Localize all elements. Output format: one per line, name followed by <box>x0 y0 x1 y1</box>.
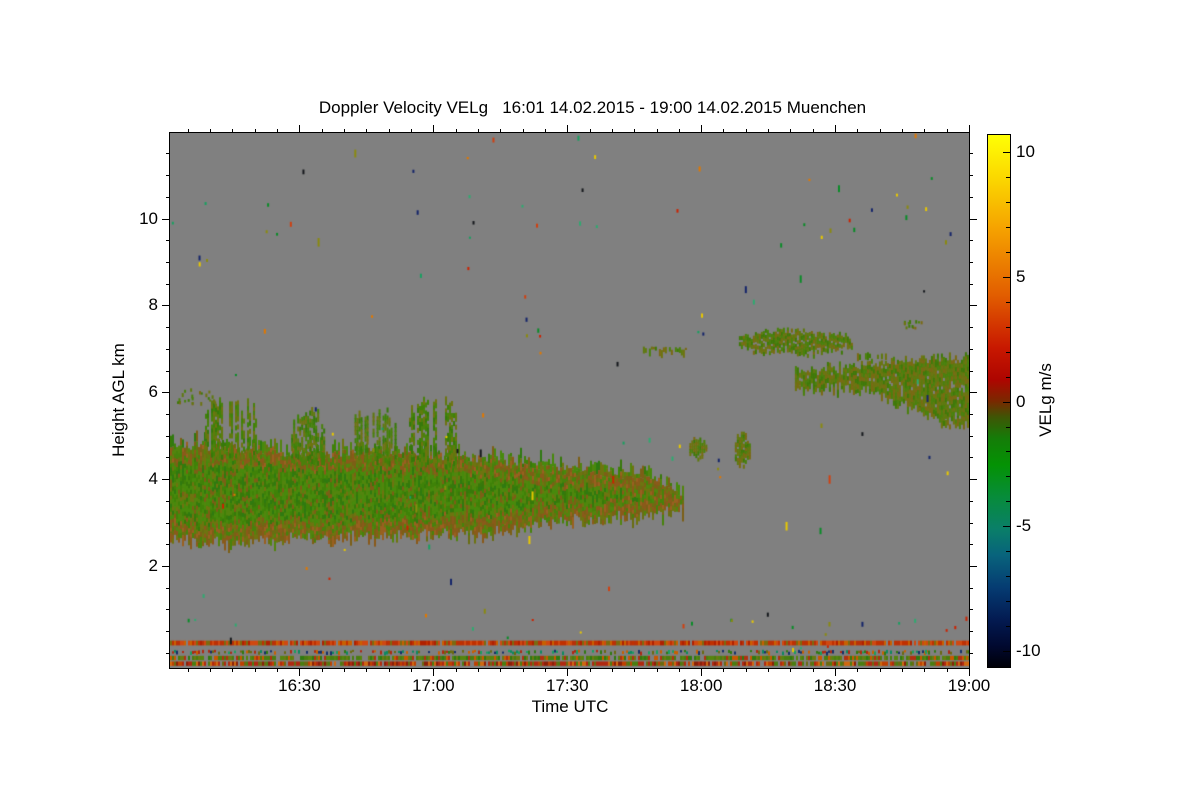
colorbar-tick-label: 10 <box>1016 142 1035 162</box>
axis-tick <box>433 668 435 676</box>
axis-tick <box>835 668 837 676</box>
x-tick-label: 17:30 <box>545 676 589 695</box>
axis-tick <box>969 565 977 567</box>
y-tick-label: 10 <box>139 208 158 228</box>
colorbar-gradient <box>988 135 1010 667</box>
axis-tick <box>299 668 301 676</box>
doppler-heatmap-canvas <box>170 133 969 668</box>
x-axis-label: Time UTC <box>531 697 609 716</box>
axis-tick <box>969 668 970 676</box>
colorbar-tick-label: 5 <box>1016 267 1026 287</box>
axis-tick <box>969 218 977 220</box>
x-tick-label: 18:00 <box>679 676 723 695</box>
axis-tick <box>969 479 977 481</box>
axis-tick <box>969 392 977 394</box>
axis-tick <box>567 668 569 676</box>
y-tick-label: 8 <box>148 295 158 315</box>
colorbar-label: VELg m/s <box>1036 363 1055 437</box>
x-tick-label: 16:30 <box>278 676 321 695</box>
axis-tick <box>701 668 703 676</box>
y-axis-label: Height AGL km <box>109 343 128 457</box>
chart-title: Doppler Velocity VELg 16:01 14.02.2015 -… <box>318 98 867 117</box>
x-tick-label: 18:30 <box>813 676 857 695</box>
y-tick-label: 2 <box>148 555 158 575</box>
colorbar-tick-label: -5 <box>1016 516 1032 536</box>
colorbar-tick-label: -10 <box>1016 640 1041 660</box>
y-tick-label: 4 <box>148 469 158 489</box>
doppler-velocity-figure: Doppler Velocity VELg 16:01 14.02.2015 -… <box>0 0 1200 800</box>
x-tick-label: 17:00 <box>412 676 455 695</box>
plot-area <box>169 132 970 669</box>
colorbar <box>987 134 1011 668</box>
x-tick-label: 19:00 <box>947 676 991 695</box>
axis-tick <box>969 305 977 307</box>
